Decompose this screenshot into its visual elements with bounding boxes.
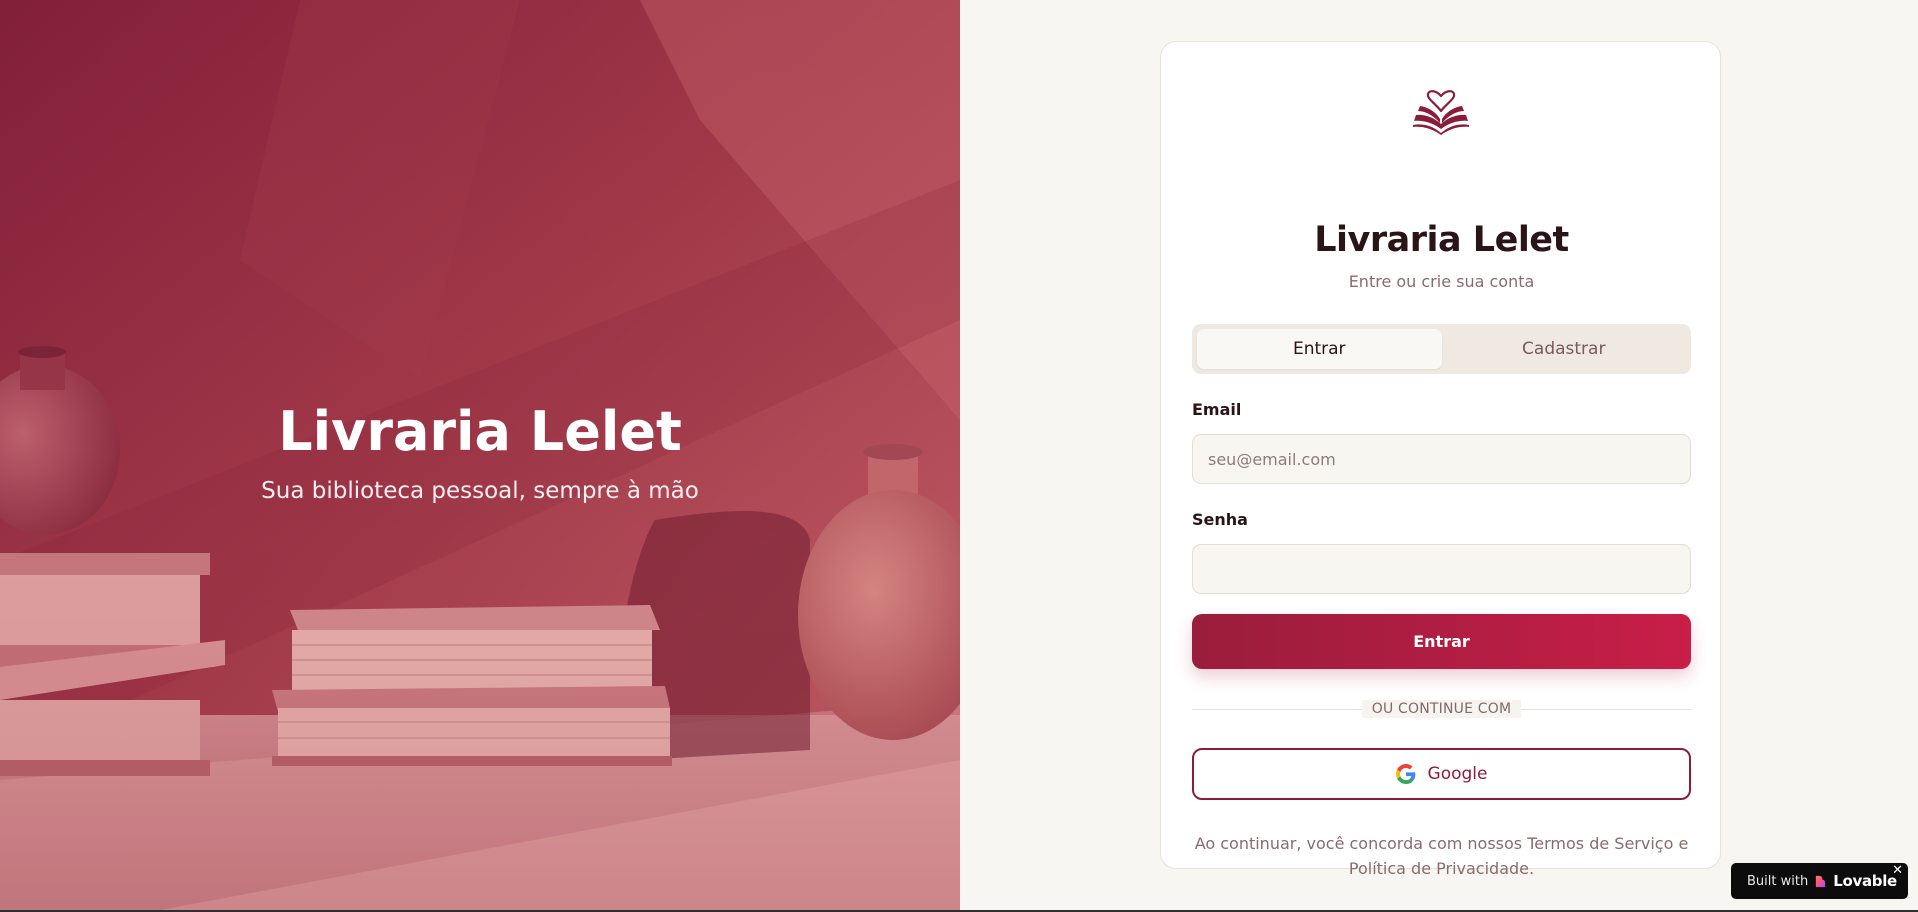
password-field[interactable]: [1192, 544, 1691, 594]
legal-text: Ao continuar, você concorda com nossos T…: [1194, 834, 1689, 878]
email-field[interactable]: [1192, 434, 1691, 484]
lovable-heart-icon: [1816, 875, 1826, 887]
badge-close-icon[interactable]: ✕: [1892, 864, 1903, 878]
divider-label-text: OU CONTINUE COM: [1361, 700, 1522, 718]
hero-panel: Livraria Lelet Sua biblioteca pessoal, s…: [0, 0, 960, 912]
book-heart-icon: [1413, 90, 1469, 135]
hero-title: Livraria Lelet: [278, 400, 682, 463]
divider-label: OU CONTINUE COM: [1161, 700, 1722, 718]
email-label: Email: [1192, 400, 1242, 419]
auth-panel: Livraria Lelet Entre ou crie sua conta E…: [960, 0, 1918, 912]
tab-cadastrar[interactable]: Cadastrar: [1442, 329, 1687, 369]
auth-card: Livraria Lelet Entre ou crie sua conta E…: [1160, 41, 1722, 878]
tab-entrar[interactable]: Entrar: [1197, 329, 1442, 369]
lovable-badge[interactable]: Built with Lovable ✕: [1731, 863, 1908, 899]
auth-tabs: Entrar Cadastrar: [1192, 324, 1691, 374]
hero-subtitle: Sua biblioteca pessoal, sempre à mão: [261, 478, 699, 504]
login-button[interactable]: Entrar: [1192, 614, 1691, 669]
card-subtitle: Entre ou crie sua conta: [1348, 272, 1535, 291]
google-login-button[interactable]: Google: [1192, 748, 1691, 800]
password-label: Senha: [1192, 510, 1248, 529]
google-icon: [1395, 764, 1415, 784]
badge-brand: Lovable: [1833, 872, 1897, 890]
hero-text: Livraria Lelet Sua biblioteca pessoal, s…: [0, 396, 960, 504]
badge-built-text: Built with: [1747, 873, 1809, 889]
card-title: Livraria Lelet: [1314, 220, 1569, 260]
google-button-label: Google: [1427, 764, 1488, 784]
